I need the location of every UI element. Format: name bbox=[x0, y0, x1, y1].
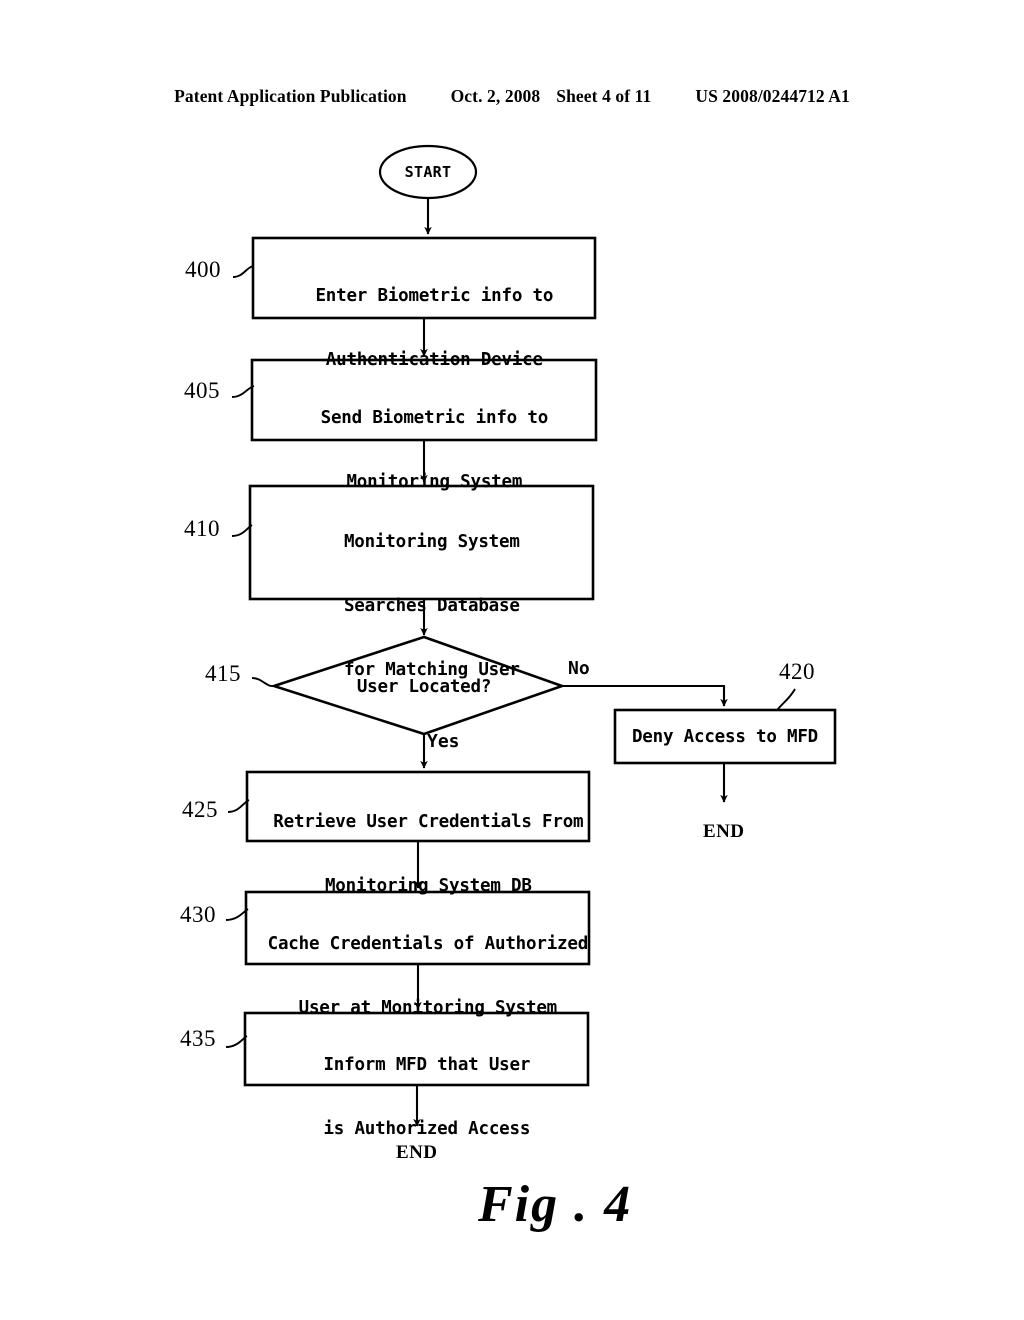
ref-number-415: 415 bbox=[205, 661, 241, 686]
branch-label-yes: Yes bbox=[427, 731, 460, 752]
box-435-label: Inform MFD that User is Authorized Acces… bbox=[245, 1017, 588, 1145]
ref-number-435: 435 bbox=[180, 1026, 216, 1051]
box-405-label: Send Biometric info to Monitoring System bbox=[252, 370, 596, 498]
box-410-line-2: Searches Database bbox=[343, 596, 520, 616]
branch-label-no: No bbox=[568, 658, 590, 679]
leader-400 bbox=[232, 265, 254, 278]
box-430-line-1: Cache Credentials of Authorized bbox=[267, 934, 589, 954]
box-435-line-2: is Authorized Access bbox=[323, 1119, 531, 1139]
box-410-label: Monitoring System Searches Database for … bbox=[250, 494, 593, 686]
box-420-label: Deny Access to MFD bbox=[631, 727, 819, 747]
leader-420 bbox=[776, 688, 796, 711]
box-435-line-1: Inform MFD that User bbox=[323, 1055, 531, 1075]
diamond-415-label: User Located? bbox=[356, 677, 492, 697]
box-425-line-1: Retrieve User Credentials From bbox=[273, 812, 584, 832]
box-430-line-2: User at Monitoring System bbox=[298, 998, 558, 1018]
ref-number-400: 400 bbox=[185, 257, 221, 282]
box-425-label: Retrieve User Credentials From Monitorin… bbox=[247, 774, 589, 902]
box-405-line-1: Send Biometric info to bbox=[320, 408, 549, 428]
ref-number-410: 410 bbox=[184, 516, 220, 541]
edge-415-to-420-no bbox=[562, 684, 728, 707]
figure-caption: Fig . 4 bbox=[478, 1176, 633, 1233]
box-410-line-1: Monitoring System bbox=[343, 532, 520, 552]
box-425-line-2: Monitoring System DB bbox=[324, 876, 532, 896]
box-430-label: Cache Credentials of Authorized User at … bbox=[246, 896, 589, 1024]
start-node-label: START bbox=[404, 163, 452, 181]
box-405-line-2: Monitoring System bbox=[346, 472, 523, 492]
box-400-line-2: Authentication Device bbox=[325, 350, 543, 370]
end-node-right-label: END bbox=[703, 821, 745, 842]
box-400-label: Enter Biometric info to Authentication D… bbox=[253, 248, 595, 376]
ref-number-420: 420 bbox=[779, 659, 815, 684]
ref-number-430: 430 bbox=[180, 902, 216, 927]
ref-number-405: 405 bbox=[184, 378, 220, 403]
end-node-bottom-label: END bbox=[396, 1142, 438, 1163]
ref-number-425: 425 bbox=[182, 797, 218, 822]
box-400-line-1: Enter Biometric info to bbox=[315, 286, 554, 306]
